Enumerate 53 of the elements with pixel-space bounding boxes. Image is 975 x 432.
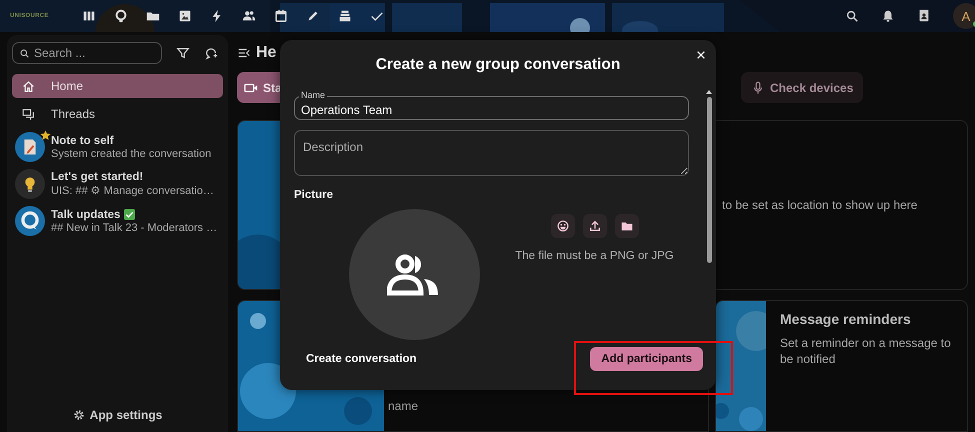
threads-icon [22, 108, 35, 120]
nav-item[interactable]: Home [12, 74, 223, 98]
search-field[interactable]: Search ... [12, 42, 162, 64]
upload-button[interactable] [582, 214, 606, 238]
chat-avatar-icon [15, 206, 45, 236]
check-devices-button[interactable]: Check devices [741, 72, 864, 103]
microphone-icon [751, 80, 765, 94]
conversation-preview: ## New in Talk 23 - Moderators … [51, 222, 218, 234]
card-title: Message reminders [780, 311, 912, 327]
nav-item[interactable]: Threads [12, 102, 223, 126]
chat-icon[interactable] [114, 9, 128, 23]
lightbulb-avatar-icon [15, 169, 45, 199]
calendar-icon[interactable] [274, 9, 288, 23]
description-field[interactable]: Description [294, 130, 689, 176]
close-icon[interactable] [696, 50, 706, 60]
contacts-icon[interactable] [242, 9, 256, 23]
card-text: to be set as location to show up here [722, 198, 918, 212]
card-description: Set a reminder on a message to be notified [780, 335, 952, 367]
conversation-item[interactable]: Talk updates ## New in Talk 23 - Moderators … [12, 206, 223, 236]
pencil-icon[interactable] [306, 9, 320, 23]
dashboard-icon[interactable] [82, 9, 96, 23]
conversation-name: Talk updates [51, 208, 120, 220]
create-conversation-button[interactable]: Create conversation [306, 353, 417, 365]
new-chat-icon[interactable] [204, 46, 218, 60]
scroll-up-icon[interactable] [706, 90, 712, 94]
field-label: Name [299, 90, 328, 101]
sidebar-toggle-icon[interactable] [237, 46, 251, 60]
emoji-icon [556, 219, 570, 233]
gear-icon [72, 409, 85, 421]
page-title: He [256, 44, 276, 62]
filter-icon[interactable] [176, 46, 190, 60]
conversation-item[interactable]: Let's get started! UIS: ## ⚙ Manage conversatio… [12, 169, 223, 199]
search-icon[interactable] [845, 9, 859, 23]
bell-icon[interactable] [881, 9, 895, 23]
conversation-name: Note to self [51, 134, 114, 146]
add-participants-button[interactable]: Add participants [590, 347, 703, 371]
stack-icon[interactable] [338, 9, 352, 23]
emoji-button[interactable] [550, 214, 574, 238]
contact-card-icon[interactable] [917, 9, 931, 23]
home-icon [22, 80, 35, 92]
card-text: name [388, 399, 418, 413]
section-label: Picture [294, 189, 334, 201]
dialog-title: Create a new group conversation [376, 56, 620, 74]
file-hint: The file must be a PNG or JPG [515, 250, 674, 262]
conversation-preview: UIS: ## ⚙ Manage conversatio… [51, 184, 214, 197]
search-icon [19, 48, 30, 58]
note-avatar-icon [15, 132, 45, 162]
folder-button[interactable] [614, 214, 638, 238]
upload-icon [588, 219, 602, 233]
app-settings-button[interactable]: App settings [72, 408, 162, 422]
conversation-name: Let's get started! [51, 171, 144, 183]
conversation-preview: System created the conversation [51, 148, 212, 160]
conversation-item[interactable]: Note to self System created the conversation [12, 132, 223, 162]
